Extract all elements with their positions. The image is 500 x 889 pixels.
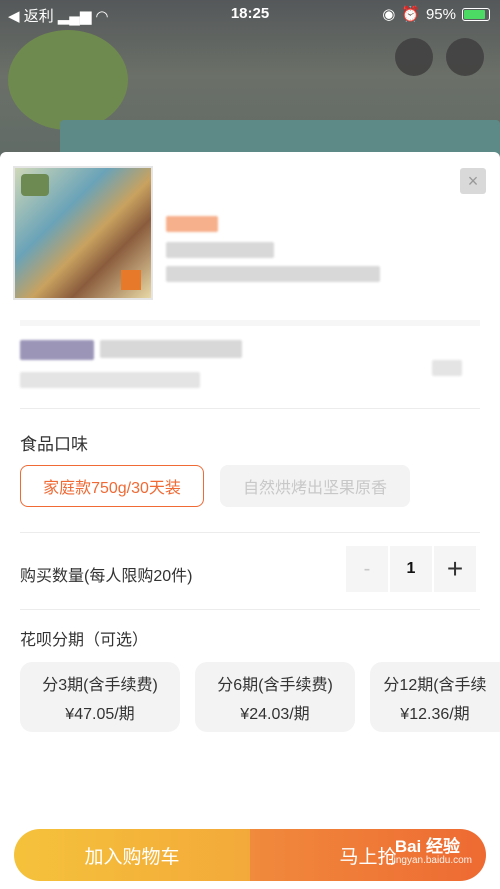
status-right: ◉ ⏰ 95% (382, 5, 490, 23)
watermark-logo: Bai 经验 (394, 837, 460, 856)
alarm-icon: ⏰ (401, 6, 420, 23)
quantity-title: 购买数量(每人限购20件) (20, 568, 193, 585)
watermark-url: jingyan.baidu.com (391, 855, 472, 866)
promo-subtext-obscured (20, 372, 200, 388)
installment-period: 分3期(含手续费) (42, 676, 158, 694)
product-selected-obscured (166, 266, 380, 282)
product-stock-obscured (166, 242, 274, 258)
quantity-value[interactable]: 1 (390, 546, 432, 592)
promo-link-obscured[interactable] (432, 360, 462, 376)
installment-plan-6[interactable]: 分6期(含手续费) ¥24.03/期 (195, 662, 355, 732)
share-button[interactable] (395, 38, 433, 76)
quantity-increase-button[interactable]: + (434, 546, 476, 592)
installment-period: 分12期(含手续 (383, 676, 487, 694)
installment-amount: ¥47.05/期 (65, 705, 135, 723)
installment-amount: ¥24.03/期 (240, 705, 310, 723)
store-logo-blur (8, 30, 128, 130)
menu-button[interactable] (446, 38, 484, 76)
quantity-stepper[interactable]: - 1 + (346, 546, 476, 592)
sku-selection-sheet: × 食品口味 家庭款750g/30天装 自然烘烤出坚果原香 购买数量(每人限购2… (0, 152, 500, 889)
flavor-option-roasted[interactable]: 自然烘烤出坚果原香 (220, 465, 410, 507)
divider (20, 320, 480, 326)
installment-title: 花呗分期（可选） (20, 632, 149, 649)
flavor-option-family[interactable]: 家庭款750g/30天装 (20, 465, 204, 507)
rotation-lock-icon: ◉ (382, 6, 396, 23)
product-image-badge (21, 174, 49, 196)
product-image-corner (121, 270, 141, 290)
promo-text-obscured (100, 340, 242, 358)
installment-plan-12[interactable]: 分12期(含手续 ¥12.36/期 (370, 662, 500, 732)
divider (20, 408, 480, 409)
installment-amount: ¥12.36/期 (400, 705, 470, 723)
flavor-title: 食品口味 (20, 435, 88, 454)
divider (20, 532, 480, 533)
installment-plan-3[interactable]: 分3期(含手续费) ¥47.05/期 (20, 662, 180, 732)
close-button[interactable]: × (460, 168, 486, 194)
product-price-obscured (166, 216, 218, 232)
product-image (13, 166, 153, 300)
installment-period: 分6期(含手续费) (217, 676, 333, 694)
divider (20, 609, 480, 610)
status-bar: ◀ 返利 ▂▄▆ ◠ 18:25 ◉ ⏰ 95% (0, 0, 500, 30)
add-to-cart-button[interactable]: 加入购物车 (14, 829, 250, 881)
quantity-decrease-button[interactable]: - (346, 546, 388, 592)
promo-tag-obscured (20, 340, 94, 360)
battery-percent: 95% (425, 5, 456, 23)
battery-icon (462, 7, 490, 21)
